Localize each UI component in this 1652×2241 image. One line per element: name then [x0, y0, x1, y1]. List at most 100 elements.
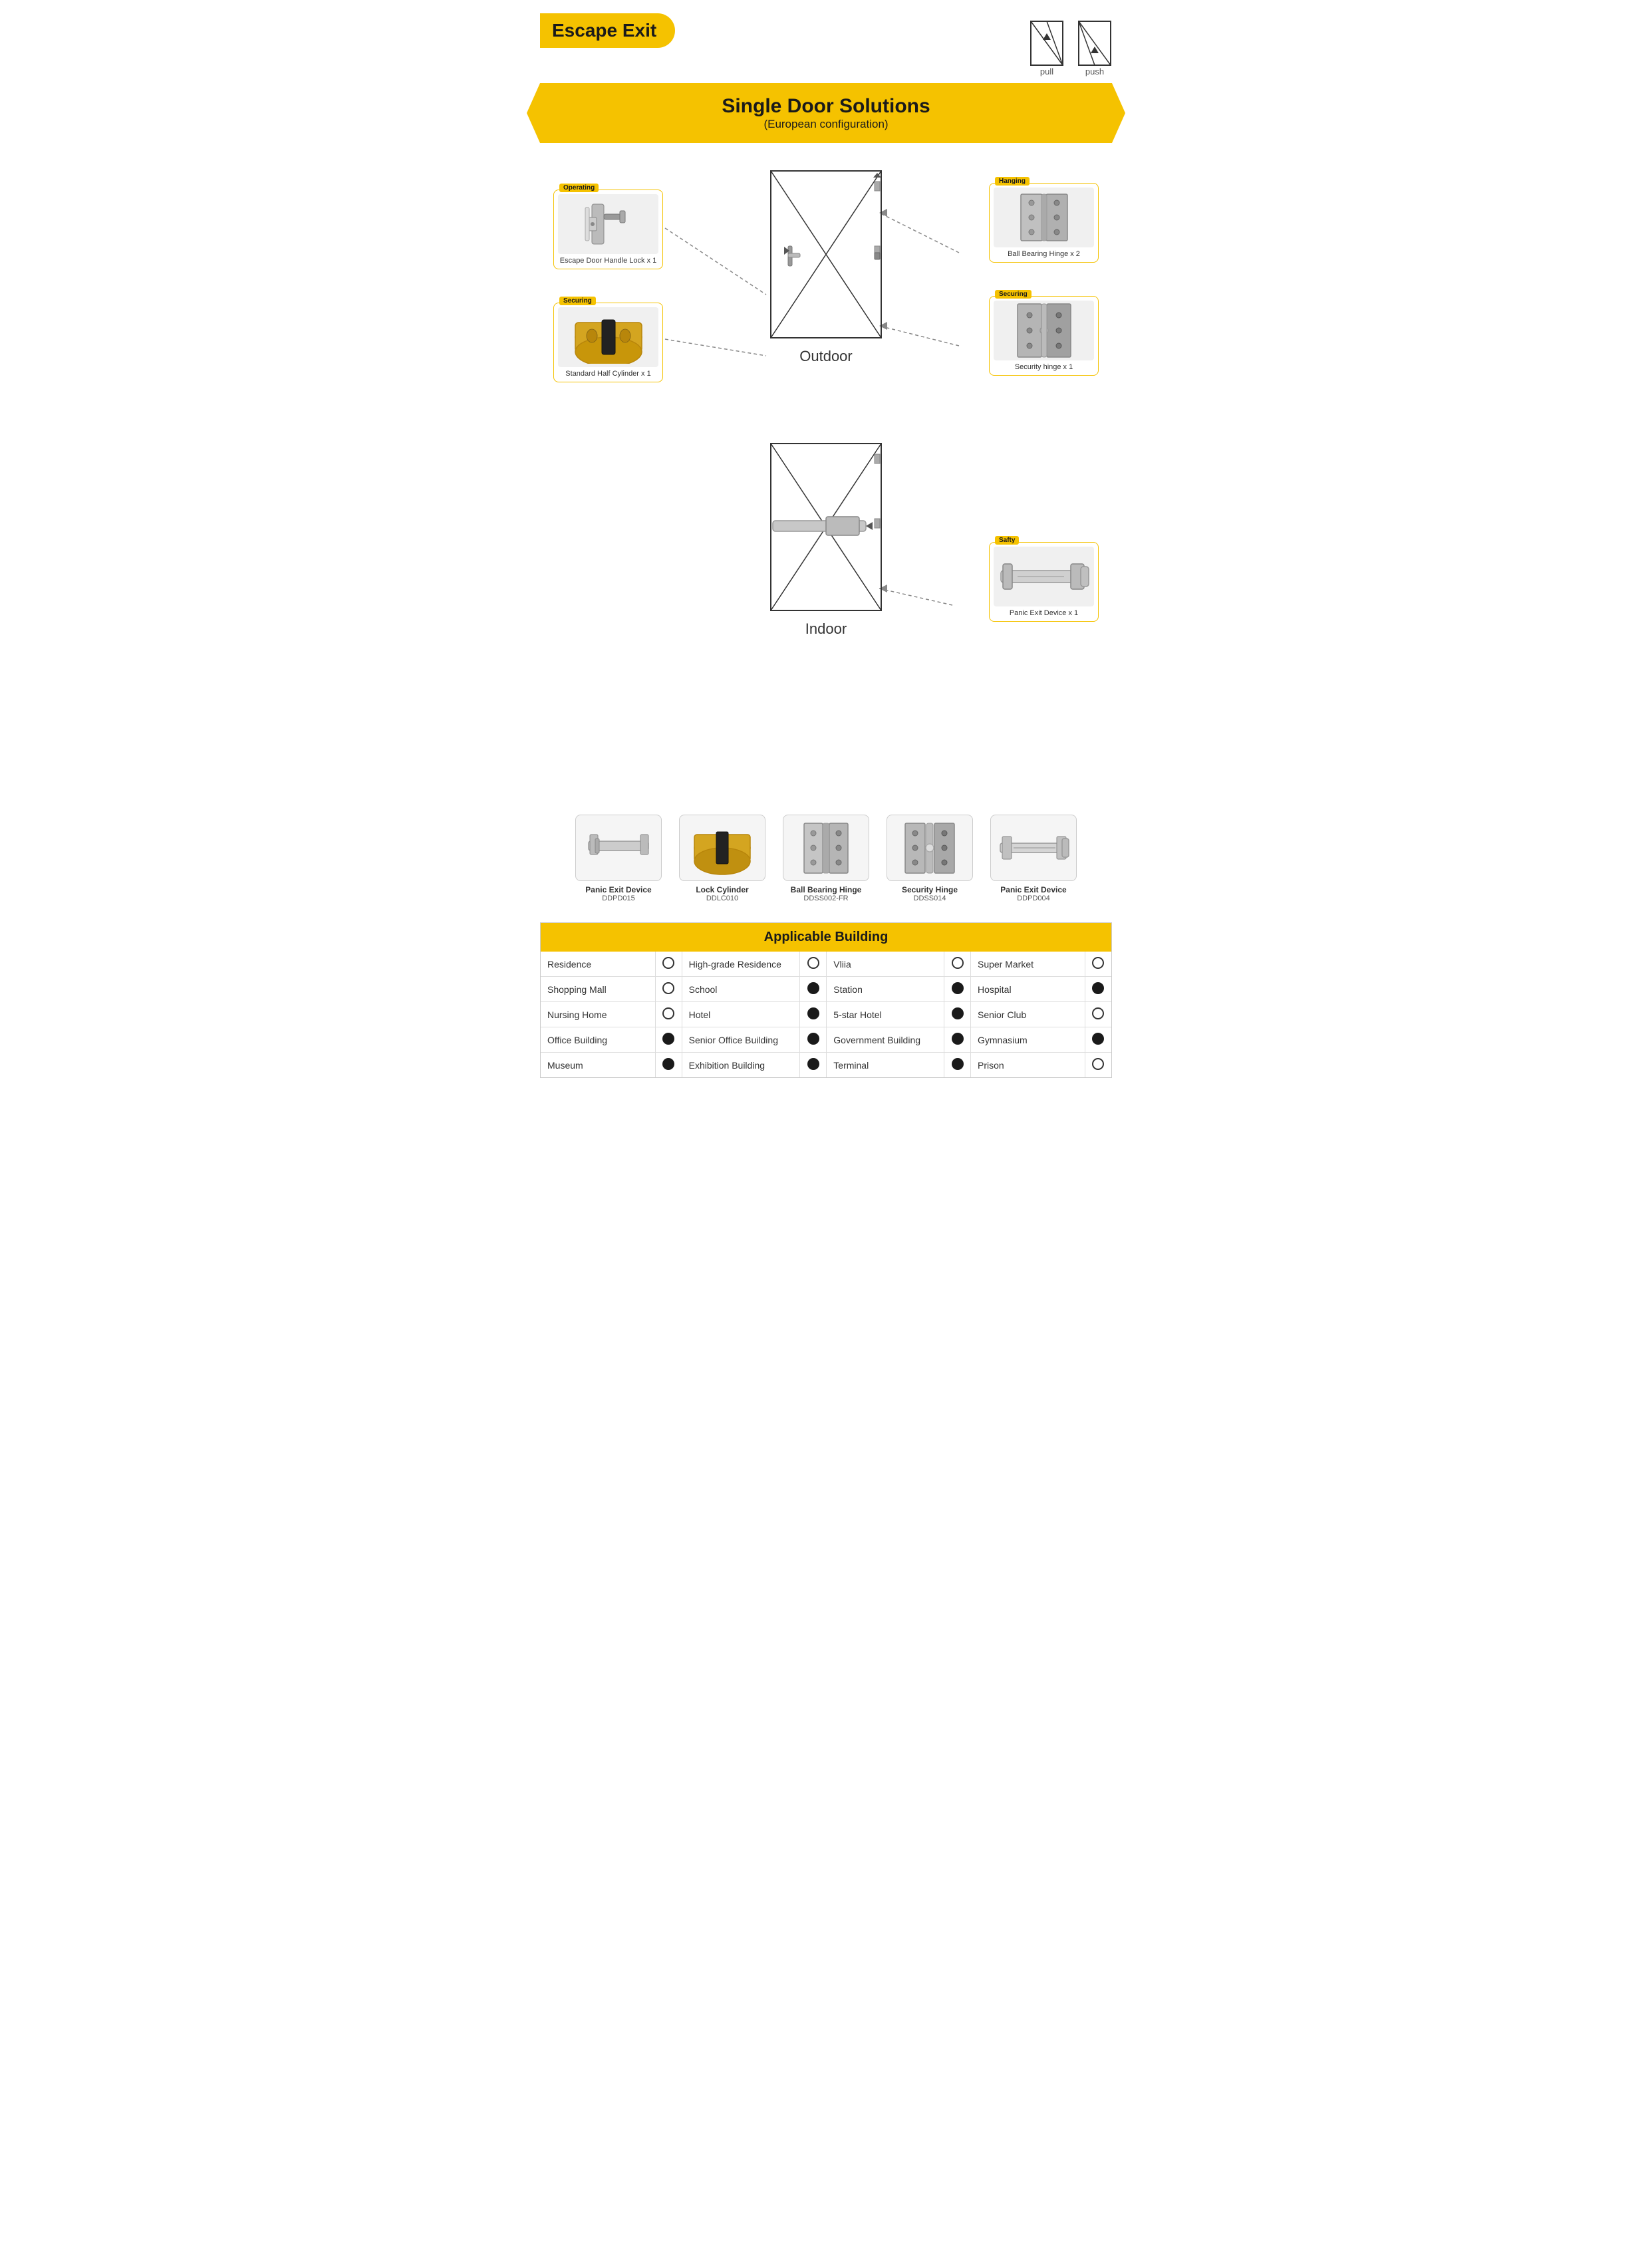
cell-3-7	[1085, 1027, 1111, 1053]
cell-3-1	[655, 1027, 682, 1053]
filled-circle	[807, 1033, 819, 1045]
cell-4-1	[655, 1053, 682, 1078]
handle-lock-img	[558, 194, 658, 254]
cell-2-0: Nursing Home	[541, 1002, 655, 1027]
cell-4-4: Terminal	[827, 1053, 944, 1078]
cell-3-3	[800, 1027, 827, 1053]
cell-4-0: Museum	[541, 1053, 655, 1078]
filled-circle	[807, 1058, 819, 1070]
ball-bearing-hinge-box: Hanging Ball Bearing Hinge x 2	[989, 183, 1099, 263]
cell-0-6: Super Market	[970, 952, 1085, 977]
handle-lock-box: Operating Escape Door Handle Lock x 1	[553, 190, 663, 269]
applicable-building-header: Applicable Building	[541, 923, 1111, 952]
cell-0-7	[1085, 952, 1111, 977]
product-1-img	[575, 815, 662, 881]
cell-2-6: Senior Club	[970, 1002, 1085, 1027]
banner-subtitle: (European configuration)	[553, 118, 1099, 131]
empty-circle	[662, 957, 674, 969]
product-4-name: Security Hinge	[902, 885, 958, 894]
cell-0-3	[800, 952, 827, 977]
filled-circle	[662, 1033, 674, 1045]
table-row: Nursing Home Hotel 5-star Hotel Senior Club	[541, 1002, 1111, 1027]
cell-2-1	[655, 1002, 682, 1027]
cylinder-box: Securing Standard Half Cylinder x 1	[553, 303, 663, 382]
product-panic-exit-svg	[582, 820, 655, 876]
pull-push-icons: pull push	[1030, 20, 1112, 76]
table-row: MuseumExhibition BuildingTerminalPrison	[541, 1053, 1111, 1078]
cell-2-5	[944, 1002, 971, 1027]
indoor-door-svg	[769, 442, 883, 612]
page-header: Escape Exit pull push	[540, 13, 1112, 76]
product-3-code: DDSS002-FR	[803, 894, 848, 902]
cell-2-4: 5-star Hotel	[827, 1002, 944, 1027]
cell-3-0: Office Building	[541, 1027, 655, 1053]
cell-0-2: High-grade Residence	[682, 952, 800, 977]
panic-exit-device-img	[994, 547, 1094, 606]
product-3-name: Ball Bearing Hinge	[791, 885, 862, 894]
cell-2-7	[1085, 1002, 1111, 1027]
product-ball-hinge-svg	[789, 820, 863, 876]
securing-tag: Securing	[559, 297, 596, 305]
indoor-label: Indoor	[769, 620, 883, 638]
empty-circle	[662, 982, 674, 994]
operating-tag: Operating	[559, 184, 599, 192]
filled-circle	[952, 1007, 964, 1019]
filled-circle	[807, 1007, 819, 1019]
pull-label: pull	[1040, 66, 1053, 76]
cell-0-0: Residence	[541, 952, 655, 977]
panic-device-svg	[998, 552, 1091, 602]
filled-circle	[952, 1058, 964, 1070]
ball-bearing-hinge-svg	[1008, 191, 1081, 244]
cell-4-5	[944, 1053, 971, 1078]
cell-1-3	[800, 977, 827, 1002]
product-2-code: DDLC010	[706, 894, 738, 902]
pull-item: pull	[1030, 20, 1064, 76]
cylinder-svg	[569, 311, 648, 364]
safty-tag: Safty	[995, 536, 1019, 545]
cell-1-0: Shopping Mall	[541, 977, 655, 1002]
cylinder-label: Standard Half Cylinder x 1	[558, 370, 658, 378]
products-row: Panic Exit Device DDPD015 Lock Cylinder …	[540, 815, 1112, 902]
empty-circle	[1092, 957, 1104, 969]
product-1: Panic Exit Device DDPD015	[572, 815, 665, 902]
security-hinge-box: Securing Security hinge x 1	[989, 296, 1099, 376]
empty-circle	[1092, 1007, 1104, 1019]
security-hinge-svg	[1008, 301, 1081, 360]
filled-circle	[807, 982, 819, 994]
handle-lock-svg	[572, 198, 645, 251]
outdoor-door-container: Outdoor	[769, 170, 883, 365]
product-4-img	[887, 815, 973, 881]
cell-2-2: Hotel	[682, 1002, 800, 1027]
product-panic-exit2-svg	[997, 820, 1070, 876]
cell-0-4: Vliia	[827, 952, 944, 977]
cell-4-2: Exhibition Building	[682, 1053, 800, 1078]
product-3-img	[783, 815, 869, 881]
cell-1-1	[655, 977, 682, 1002]
panic-exit-device-label: Panic Exit Device x 1	[994, 609, 1094, 617]
cell-1-5	[944, 977, 971, 1002]
product-5: Panic Exit Device DDPD004	[987, 815, 1080, 902]
indoor-door-container: Indoor	[769, 442, 883, 638]
product-3: Ball Bearing Hinge DDSS002-FR	[779, 815, 873, 902]
outdoor-label: Outdoor	[769, 348, 883, 365]
cell-1-2: School	[682, 977, 800, 1002]
cell-4-7	[1085, 1053, 1111, 1078]
cell-3-6: Gymnasium	[970, 1027, 1085, 1053]
product-cylinder-svg	[686, 820, 759, 876]
product-2: Lock Cylinder DDLC010	[676, 815, 769, 902]
filled-circle	[662, 1058, 674, 1070]
banner-title: Single Door Solutions	[553, 95, 1099, 118]
product-5-code: DDPD004	[1017, 894, 1050, 902]
empty-circle	[1092, 1058, 1104, 1070]
empty-circle	[807, 957, 819, 969]
product-4: Security Hinge DDSS014	[883, 815, 976, 902]
outdoor-door-svg	[769, 170, 883, 339]
filled-circle	[1092, 1033, 1104, 1045]
push-door-icon	[1077, 20, 1112, 66]
cylinder-img	[558, 307, 658, 367]
cell-1-6: Hospital	[970, 977, 1085, 1002]
cell-3-4: Government Building	[827, 1027, 944, 1053]
table-row: Shopping MallSchoolStationHospital	[541, 977, 1111, 1002]
securing-hinge-tag: Securing	[995, 290, 1032, 299]
banner: Single Door Solutions (European configur…	[527, 83, 1125, 143]
